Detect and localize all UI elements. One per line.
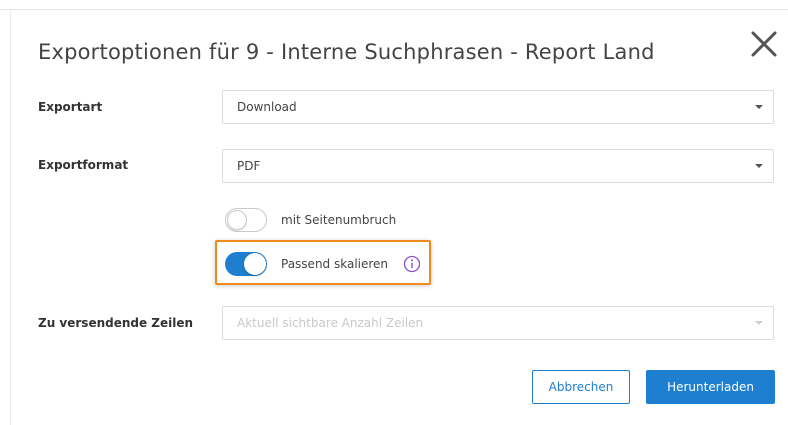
toggle-knob xyxy=(244,253,266,275)
export-type-select[interactable]: Download xyxy=(222,90,774,124)
export-options-dialog: Exportoptionen für 9 - Interne Suchphras… xyxy=(0,0,788,425)
close-button[interactable] xyxy=(746,26,782,62)
fit-scale-toggle[interactable] xyxy=(225,252,267,276)
export-format-select[interactable]: PDF xyxy=(222,149,774,183)
page-break-toggle[interactable] xyxy=(225,208,267,232)
chevron-down-icon xyxy=(755,164,763,168)
rows-placeholder: Aktuell sichtbare Anzahl Zeilen xyxy=(237,316,424,330)
frame-divider xyxy=(10,9,11,425)
info-icon[interactable] xyxy=(403,255,421,273)
close-icon xyxy=(751,31,777,57)
rows-select[interactable]: Aktuell sichtbare Anzahl Zeilen xyxy=(222,306,774,340)
fit-scale-toggle-row: Passend skalieren xyxy=(225,250,435,278)
toggle-knob xyxy=(227,210,247,230)
export-type-label: Exportart xyxy=(38,100,103,114)
fit-scale-label: Passend skalieren xyxy=(281,257,389,271)
dialog-title: Exportoptionen für 9 - Interne Suchphras… xyxy=(38,40,655,64)
chevron-down-icon xyxy=(755,321,763,325)
frame-divider xyxy=(0,9,788,10)
chevron-down-icon xyxy=(755,105,763,109)
page-break-toggle-row: mit Seitenumbruch xyxy=(225,206,485,234)
page-break-label: mit Seitenumbruch xyxy=(281,213,397,227)
download-button[interactable]: Herunterladen xyxy=(646,370,775,404)
cancel-button[interactable]: Abbrechen xyxy=(532,370,630,404)
export-type-value: Download xyxy=(237,100,297,114)
rows-label: Zu versendende Zeilen xyxy=(38,316,194,330)
export-format-label: Exportformat xyxy=(38,158,129,172)
export-format-value: PDF xyxy=(237,159,261,173)
